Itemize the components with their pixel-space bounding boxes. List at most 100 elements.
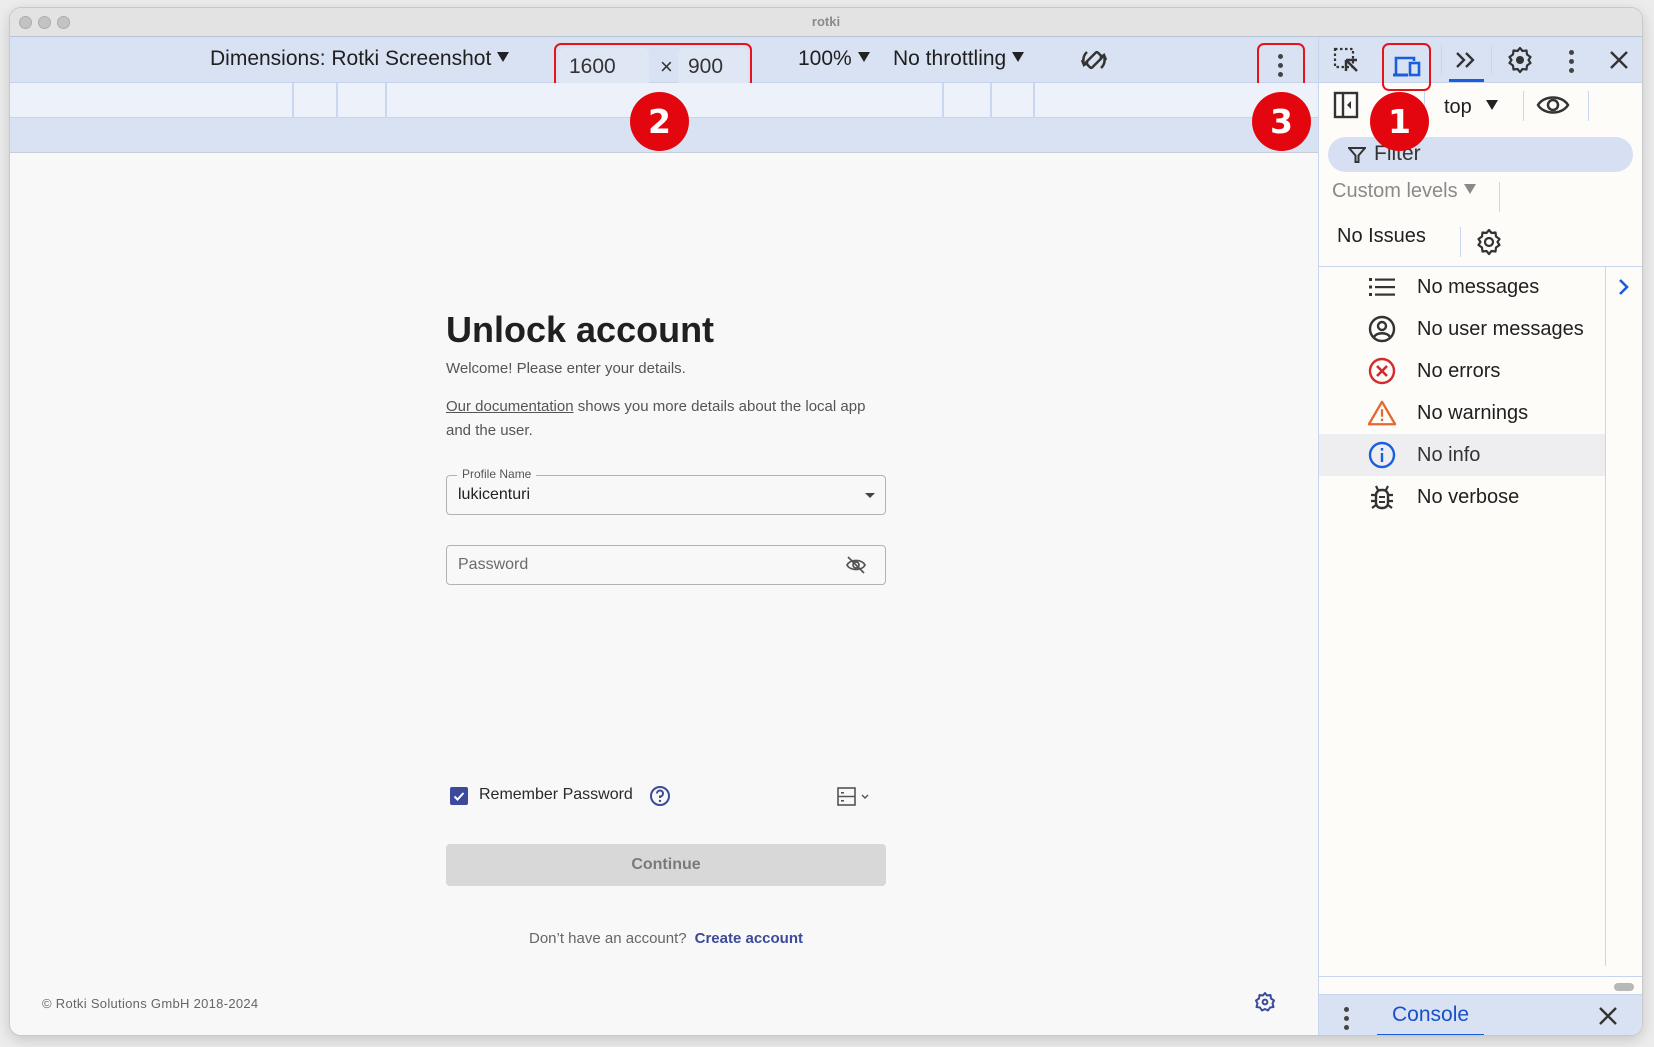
width-input[interactable]: 1600 — [559, 48, 649, 86]
sidebar-item-label: No warnings — [1417, 402, 1529, 424]
chevron-right-icon[interactable] — [1618, 278, 1630, 301]
dimensions-dropdown[interactable]: Dimensions: Rotki Screenshot — [210, 47, 510, 71]
live-expression-eye-icon[interactable] — [1535, 90, 1571, 120]
password-field — [446, 545, 886, 585]
caret-down-icon — [865, 493, 875, 498]
console-toolbar: top — [1319, 83, 1642, 128]
sidebar-item-messages[interactable]: No messages — [1319, 266, 1605, 308]
drawer-more-vertical-icon[interactable] — [1344, 1007, 1349, 1030]
device-mode-icon — [1393, 56, 1421, 77]
show-sidebar-icon[interactable] — [1331, 90, 1361, 120]
welcome-text: Welcome! Please enter your details. — [446, 360, 686, 377]
caret-down-icon — [1463, 184, 1476, 194]
annotation-badge-1: 1 — [1370, 92, 1429, 151]
throttling-dropdown[interactable]: No throttling — [893, 47, 1025, 71]
ruler-marker[interactable] — [990, 83, 992, 118]
sidebar-item-verbose[interactable]: No verbose — [1319, 476, 1605, 518]
issues-button[interactable]: No Issues — [1337, 225, 1426, 248]
more-vertical-icon — [1278, 54, 1283, 77]
copyright-text: © Rotki Solutions GmbH 2018-2024 — [42, 996, 259, 1011]
tab-console[interactable]: Console — [1377, 1003, 1485, 1035]
devtools-panel: top Filter Custom levels No Issues No me… — [1318, 37, 1642, 1035]
device-toolbar: Dimensions: Rotki Screenshot 1600 × 900 … — [10, 37, 1318, 91]
bug-icon — [1367, 484, 1397, 510]
console-settings-gear-icon[interactable] — [1474, 227, 1504, 257]
user-circle-icon — [1367, 315, 1397, 343]
zoom-dropdown[interactable]: 100% — [798, 47, 870, 71]
sidebar-item-warnings[interactable]: No warnings — [1319, 392, 1605, 434]
documentation-link[interactable]: Our documentation — [446, 398, 574, 415]
window-title: rotki — [811, 14, 841, 29]
zoom-label: 100% — [798, 47, 852, 70]
context-dropdown[interactable]: top — [1444, 96, 1498, 119]
sidebar-item-label: No info — [1417, 444, 1481, 466]
profile-name-label: Profile Name — [457, 467, 537, 481]
caret-down-icon — [1485, 100, 1498, 110]
documentation-text: Our documentation shows you more details… — [446, 395, 886, 443]
separator — [1523, 91, 1524, 121]
ruler-marker[interactable] — [942, 83, 944, 118]
horizontal-scrollbar[interactable] — [1614, 983, 1634, 991]
annotation-badge-2: 2 — [630, 92, 689, 151]
profile-name-select[interactable]: Profile Name lukicenturi — [446, 467, 886, 515]
ruler-marker[interactable] — [1033, 83, 1035, 118]
devtools-toolbar — [1319, 37, 1642, 91]
annotation-badge-3: 3 — [1252, 92, 1311, 151]
separator — [1441, 45, 1442, 75]
rotate-icon[interactable] — [1078, 44, 1110, 81]
throttling-label: No throttling — [893, 47, 1007, 70]
devtools-more-vertical-icon[interactable] — [1569, 50, 1574, 73]
sidebar-item-info[interactable]: No info — [1319, 434, 1605, 476]
warning-icon — [1367, 400, 1397, 426]
separator — [1491, 45, 1492, 75]
list-icon — [1367, 274, 1397, 300]
ruler-marker[interactable] — [292, 83, 294, 118]
log-levels-dropdown[interactable]: Custom levels — [1332, 180, 1476, 203]
password-input[interactable] — [458, 554, 838, 576]
separator — [1460, 227, 1461, 257]
remember-password-checkbox[interactable] — [450, 787, 468, 805]
height-input[interactable]: 900 — [678, 48, 748, 86]
check-icon — [453, 792, 465, 801]
ruler-marker[interactable] — [385, 83, 387, 118]
sidebar-item-label: No errors — [1417, 360, 1501, 382]
app-window: rotki Dimensions: Rotki Screenshot 1600 … — [10, 8, 1642, 1035]
emulated-page: Unlock account Welcome! Please enter you… — [10, 153, 1318, 1035]
log-levels-label: Custom levels — [1332, 180, 1458, 202]
close-devtools-icon[interactable] — [1604, 45, 1634, 75]
create-account-link[interactable]: Create account — [695, 930, 803, 947]
more-tabs-chevrons-icon[interactable] — [1451, 45, 1481, 75]
signup-prompt: Don’t have an account? Create account — [446, 930, 886, 947]
sidebar-item-label: No messages — [1417, 276, 1540, 298]
server-icon — [837, 787, 869, 806]
active-tab-indicator — [1449, 79, 1484, 82]
caret-down-icon — [857, 52, 870, 62]
devtools-settings-gear-icon[interactable] — [1505, 45, 1535, 75]
error-icon — [1367, 357, 1397, 385]
filter-input[interactable]: Filter — [1328, 137, 1633, 172]
caret-down-icon — [497, 52, 510, 62]
separator — [1499, 182, 1500, 212]
sidebar-item-label: No verbose — [1417, 486, 1520, 508]
continue-button[interactable]: Continue — [446, 844, 886, 886]
help-icon[interactable] — [649, 785, 671, 812]
sidebar-item-label: No user messages — [1417, 318, 1584, 340]
sidebar-item-errors[interactable]: No errors — [1319, 350, 1605, 392]
context-label: top — [1444, 96, 1472, 118]
close-drawer-icon[interactable] — [1593, 1001, 1623, 1031]
sidebar-item-user-messages[interactable]: No user messages — [1319, 308, 1605, 350]
backend-settings-button[interactable] — [837, 787, 873, 812]
info-icon — [1367, 441, 1397, 469]
caret-down-icon — [1012, 52, 1025, 62]
remember-password-label[interactable]: Remember Password — [479, 786, 633, 804]
ruler-marker[interactable] — [336, 83, 338, 118]
eye-off-icon[interactable] — [845, 555, 867, 580]
app-settings-gear-icon[interactable] — [1254, 991, 1276, 1018]
sidebar-divider[interactable] — [1605, 266, 1606, 966]
profile-name-value: lukicenturi — [458, 486, 531, 503]
dimensions-label: Dimensions: Rotki Screenshot — [210, 47, 492, 70]
inspect-element-icon[interactable] — [1331, 45, 1361, 75]
no-account-text: Don’t have an account? — [529, 930, 687, 947]
divider — [1319, 976, 1642, 977]
separator — [1588, 91, 1589, 121]
